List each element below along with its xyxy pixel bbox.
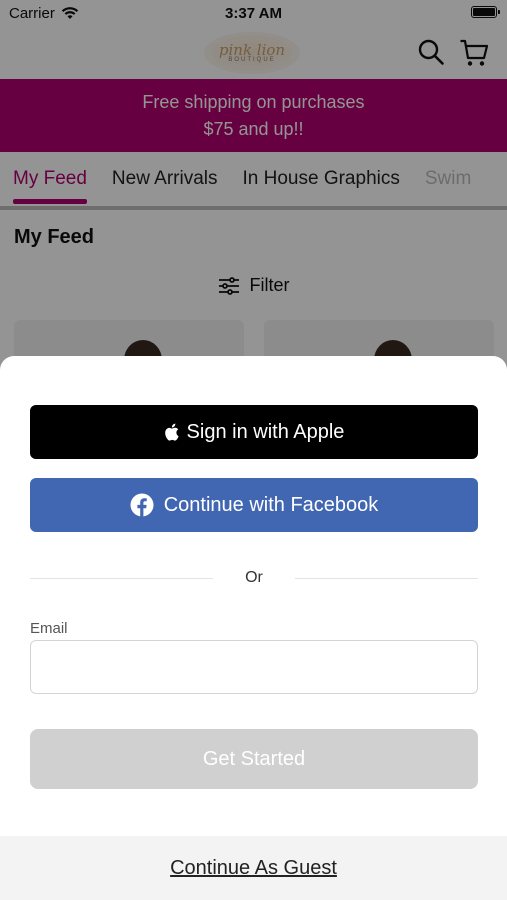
or-divider: Or <box>30 566 478 590</box>
facebook-button-label: Continue with Facebook <box>163 493 379 516</box>
continue-with-facebook-button[interactable]: Continue with Facebook <box>30 478 478 532</box>
sign-in-with-apple-button[interactable]: Sign in with Apple <box>30 405 478 459</box>
guest-bar: Continue As Guest <box>0 836 507 900</box>
divider-label: Or <box>245 569 263 586</box>
apple-button-label: Sign in with Apple <box>186 420 345 443</box>
continue-as-guest-link[interactable]: Continue As Guest <box>170 857 337 880</box>
email-label: Email <box>30 620 68 637</box>
auth-sheet: Sign in with Apple Continue with Faceboo… <box>0 356 507 900</box>
divider-line <box>294 577 478 579</box>
divider-line <box>30 577 214 579</box>
email-field[interactable] <box>30 640 478 694</box>
get-started-label: Get Started <box>202 747 306 770</box>
facebook-icon <box>130 493 154 517</box>
apple-icon <box>164 423 179 441</box>
get-started-button[interactable]: Get Started <box>30 729 478 789</box>
